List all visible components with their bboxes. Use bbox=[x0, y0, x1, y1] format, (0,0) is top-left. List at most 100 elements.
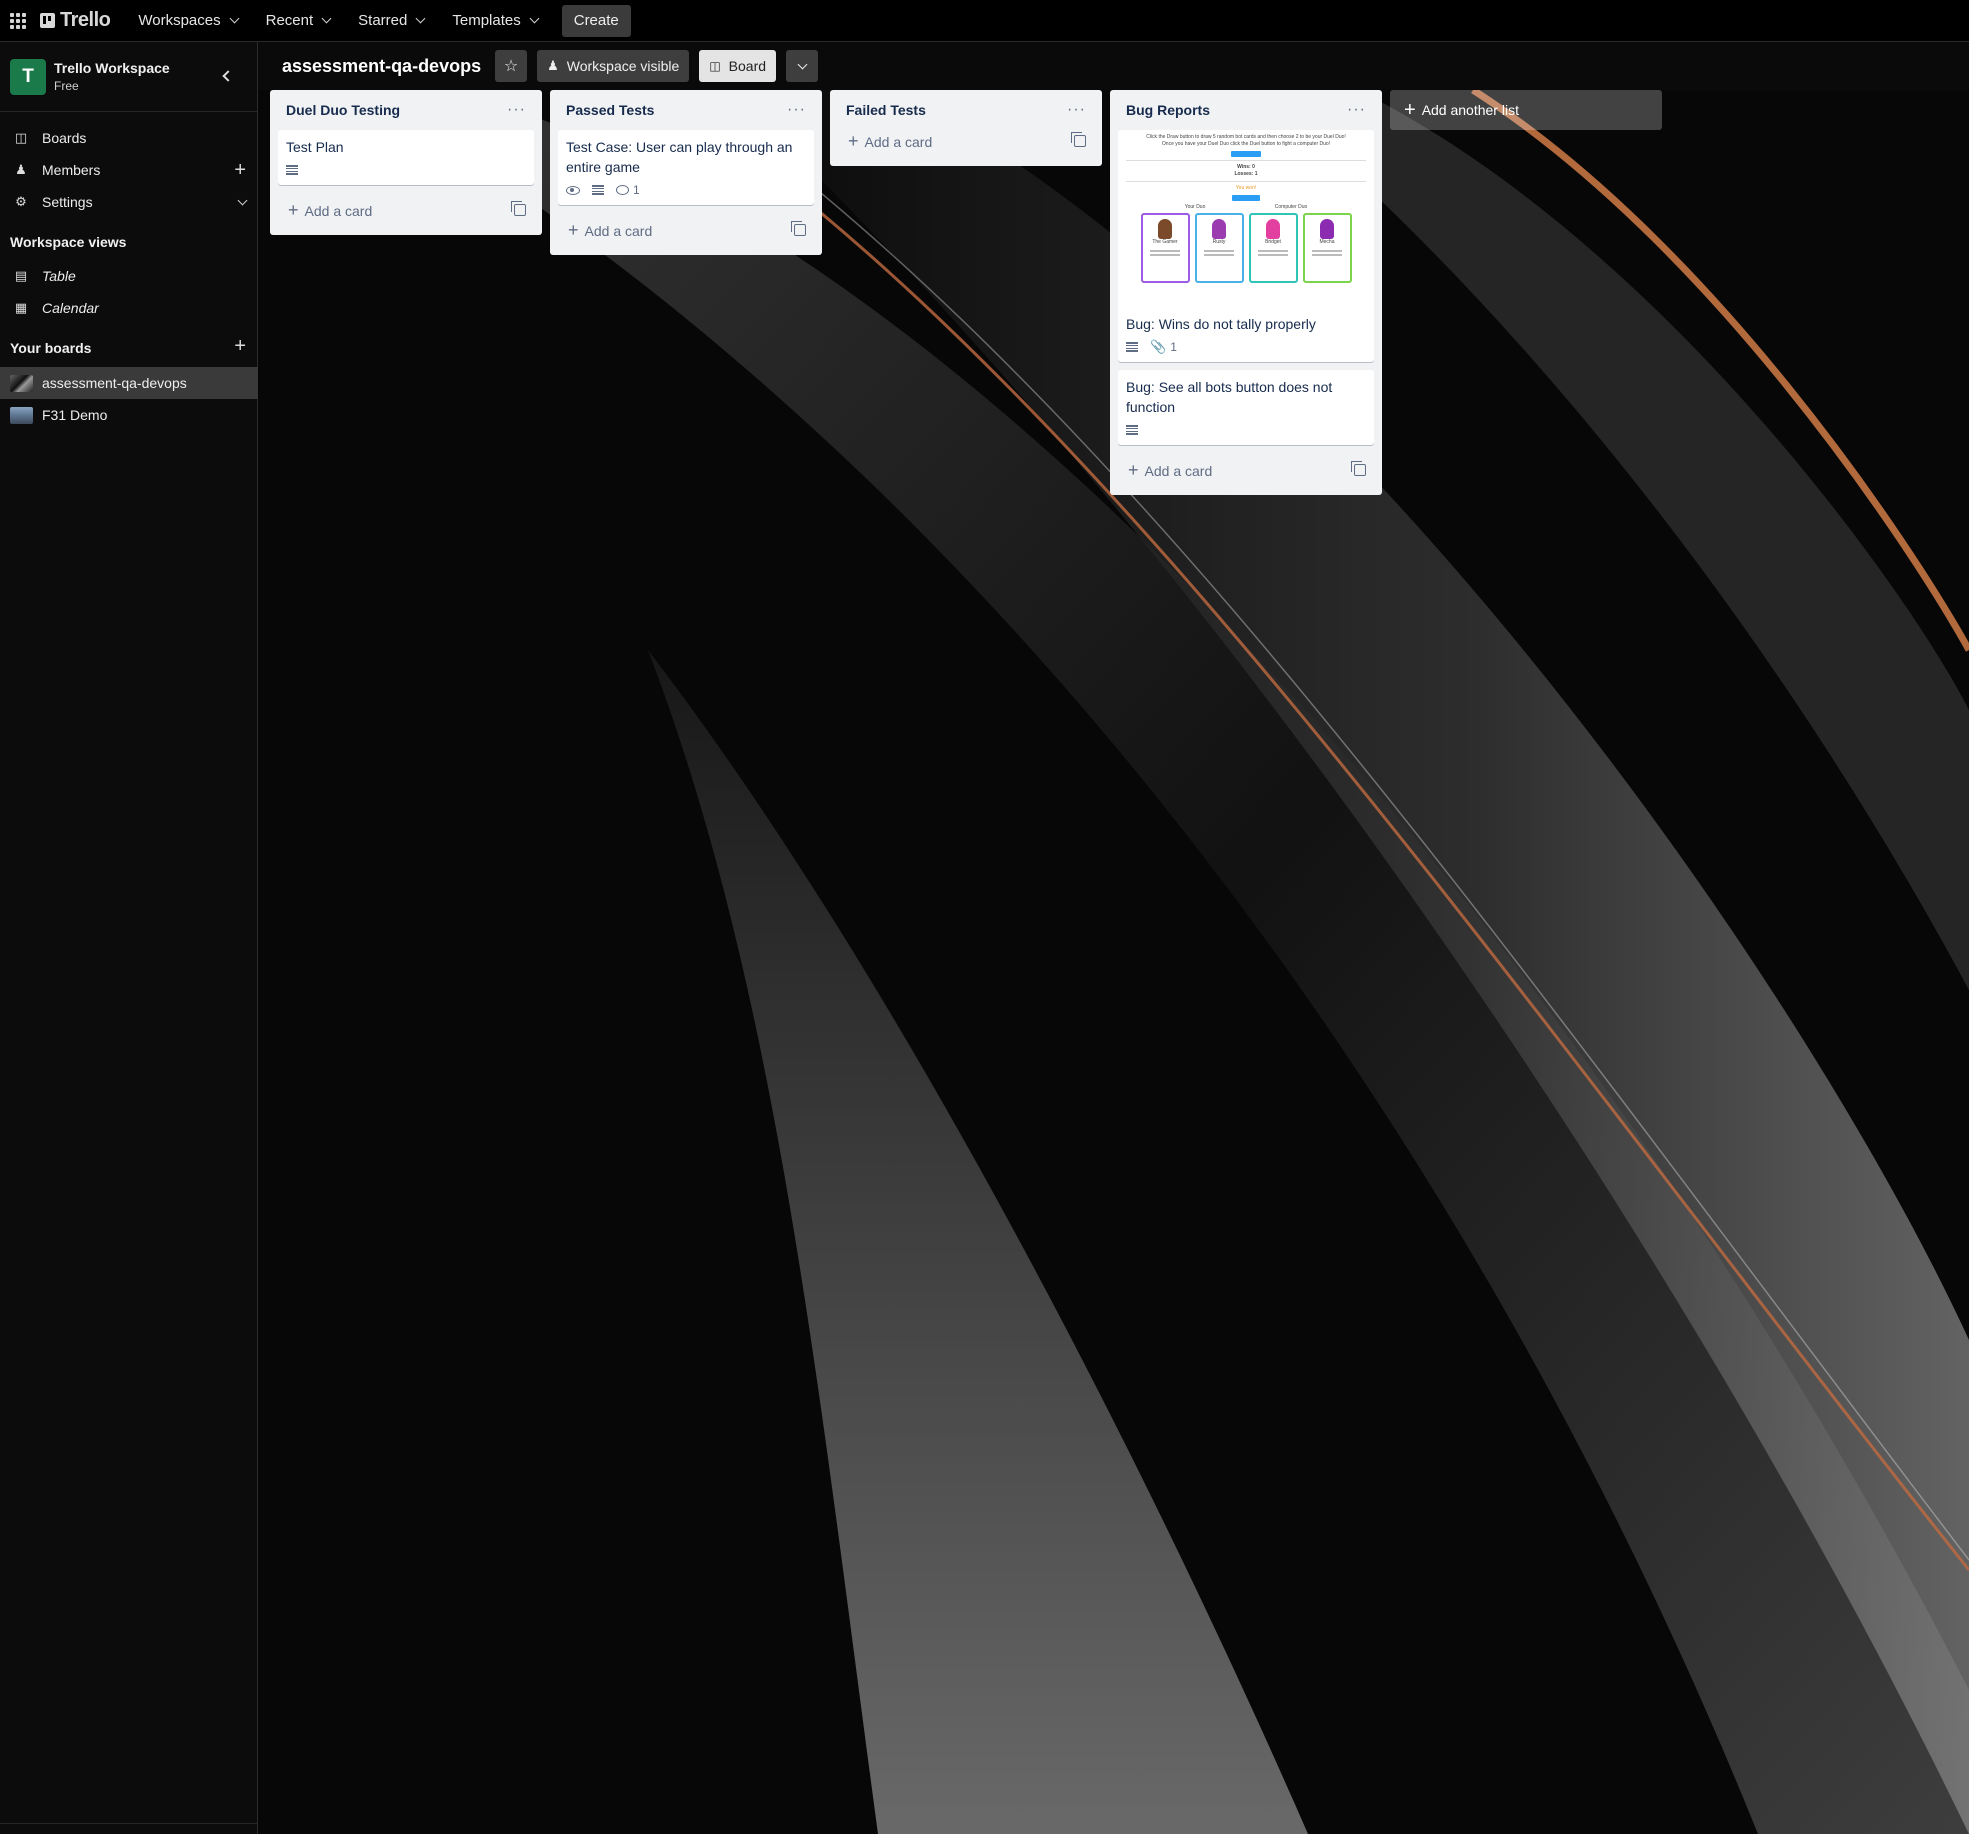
cover-text: Mecha bbox=[1319, 239, 1335, 245]
sidebar-board-assessment-qa-devops[interactable]: assessment-qa-devops bbox=[0, 367, 258, 399]
star-board-button[interactable]: ☆ bbox=[495, 50, 528, 82]
board-view-button[interactable]: ◫ Board bbox=[699, 50, 777, 82]
description-icon bbox=[286, 165, 298, 175]
card-badges: 1 bbox=[566, 181, 806, 199]
app-switcher-icon[interactable] bbox=[10, 12, 26, 29]
sidebar-divider bbox=[0, 1823, 258, 1824]
sidebar-item-label: Boards bbox=[42, 130, 87, 146]
card-badges: 📎 1 bbox=[1126, 338, 1366, 356]
chevron-down-icon[interactable] bbox=[237, 186, 248, 218]
star-icon: ☆ bbox=[503, 58, 519, 75]
workspace-name[interactable]: Trello Workspace bbox=[54, 60, 170, 76]
card-test-plan[interactable]: Test Plan bbox=[278, 130, 534, 185]
list-menu-icon[interactable]: ··· bbox=[1067, 102, 1086, 118]
sidebar-item-members[interactable]: ♟ Members + bbox=[0, 154, 258, 186]
add-card-button[interactable]: + Add a card bbox=[1118, 453, 1374, 487]
cover-text: Computer Duo bbox=[1274, 204, 1308, 210]
add-member-icon[interactable]: + bbox=[234, 154, 246, 186]
card-cover-image: Click the Draw button to draw 5 random b… bbox=[1118, 130, 1374, 308]
table-icon: ▤ bbox=[14, 268, 28, 283]
template-icon[interactable] bbox=[511, 201, 526, 216]
sidebar-item-label: Settings bbox=[42, 194, 93, 210]
card-bug-see-all-bots[interactable]: Bug: See all bots button does not functi… bbox=[1118, 370, 1374, 445]
add-card-button[interactable]: + Add a card bbox=[558, 213, 814, 247]
visibility-button[interactable]: ♟ Workspace visible bbox=[537, 50, 690, 82]
add-card-button[interactable]: + Add a card bbox=[278, 193, 534, 227]
add-board-icon[interactable]: + bbox=[234, 330, 246, 362]
workspaces-label: Workspaces bbox=[138, 12, 221, 29]
card-bug-wins-tally[interactable]: Click the Draw button to draw 5 random b… bbox=[1118, 130, 1374, 362]
board-header: assessment-qa-devops ☆ ♟ Workspace visib… bbox=[258, 42, 1969, 90]
list-header: Passed Tests ··· bbox=[558, 90, 814, 130]
template-icon[interactable] bbox=[791, 221, 806, 236]
person-icon: ♟ bbox=[15, 162, 27, 177]
plus-icon: + bbox=[568, 219, 579, 240]
logo-text: Trello bbox=[60, 9, 111, 31]
description-icon bbox=[592, 185, 604, 195]
list-title[interactable]: Passed Tests bbox=[566, 102, 654, 118]
view-switcher-button[interactable] bbox=[786, 50, 819, 82]
trello-logo-icon bbox=[40, 13, 55, 28]
template-icon[interactable] bbox=[1351, 461, 1366, 476]
list-title[interactable]: Bug Reports bbox=[1126, 102, 1210, 118]
add-list-label: Add another list bbox=[1421, 102, 1519, 118]
cover-text: Once you have your Duel Duo click the Du… bbox=[1161, 141, 1331, 147]
cover-bot-cards: The Gamer Rusty Bridget Mecha bbox=[1126, 213, 1366, 283]
workspace-avatar[interactable]: T bbox=[10, 58, 46, 95]
list-title[interactable]: Failed Tests bbox=[846, 102, 926, 118]
attachment-count: 1 bbox=[1170, 340, 1177, 354]
board-title[interactable]: assessment-qa-devops bbox=[282, 56, 481, 77]
card-badges bbox=[286, 161, 526, 179]
workspaces-menu[interactable]: Workspaces bbox=[128, 5, 247, 37]
top-navigation: Trello Workspaces Recent Starred Templat… bbox=[0, 0, 1969, 42]
templates-menu[interactable]: Templates bbox=[442, 5, 547, 37]
description-icon bbox=[1126, 342, 1138, 352]
your-boards-row: + bbox=[0, 330, 258, 362]
calendar-icon: ▦ bbox=[14, 300, 28, 315]
cover-text: Bridget bbox=[1265, 239, 1281, 245]
trello-logo[interactable]: Trello bbox=[40, 9, 111, 32]
add-card-label: Add a card bbox=[864, 133, 933, 150]
list-menu-icon[interactable]: ··· bbox=[787, 102, 806, 118]
bot-card: Mecha bbox=[1302, 213, 1352, 283]
board-view-label: Board bbox=[728, 58, 767, 74]
starred-label: Starred bbox=[358, 12, 408, 29]
templates-label: Templates bbox=[452, 12, 521, 29]
cover-text: Your Duo bbox=[1184, 204, 1206, 210]
sidebar-item-label: Members bbox=[42, 162, 101, 178]
sidebar-item-boards[interactable]: ◫ Boards bbox=[0, 122, 258, 154]
sidebar-item-label: F31 Demo bbox=[42, 407, 108, 423]
sidebar-item-settings[interactable]: ⚙ Settings bbox=[0, 186, 258, 218]
chevron-down-icon bbox=[415, 13, 426, 24]
board-icon: ◫ bbox=[14, 130, 28, 145]
add-card-label: Add a card bbox=[584, 222, 653, 239]
sidebar-item-table[interactable]: ▤ Table bbox=[0, 260, 258, 292]
list-header: Bug Reports ··· bbox=[1118, 90, 1374, 130]
bot-card: Rusty bbox=[1194, 213, 1244, 283]
plus-icon: + bbox=[288, 199, 299, 220]
cover-play-again-button bbox=[1232, 195, 1260, 201]
list-menu-icon[interactable]: ··· bbox=[1347, 102, 1366, 118]
list-duel-duo-testing: Duel Duo Testing ··· Test Plan + Add a ca… bbox=[270, 90, 542, 235]
comment-icon bbox=[616, 185, 629, 195]
list-title[interactable]: Duel Duo Testing bbox=[286, 102, 400, 118]
bot-card: Bridget bbox=[1248, 213, 1298, 283]
comment-count: 1 bbox=[633, 183, 640, 197]
sidebar-item-calendar[interactable]: ▦ Calendar bbox=[0, 292, 258, 324]
template-icon[interactable] bbox=[1071, 132, 1086, 147]
card-title: Test Case: User can play through an enti… bbox=[566, 139, 793, 175]
comments-badge: 1 bbox=[616, 183, 640, 197]
list-bug-reports: Bug Reports ··· Click the Draw button to… bbox=[1110, 90, 1382, 495]
recent-menu[interactable]: Recent bbox=[256, 5, 341, 37]
list-passed-tests: Passed Tests ··· Test Case: User can pla… bbox=[550, 90, 822, 255]
add-list-button[interactable]: + Add another list bbox=[1390, 90, 1662, 130]
collapse-sidebar-icon[interactable] bbox=[222, 70, 234, 82]
add-card-button[interactable]: + Add a card bbox=[838, 124, 1094, 158]
sidebar-item-label: Table bbox=[42, 268, 76, 284]
card-test-case-full-game[interactable]: Test Case: User can play through an enti… bbox=[558, 130, 814, 205]
sidebar-board-f31-demo[interactable]: F31 Demo bbox=[0, 399, 258, 431]
list-menu-icon[interactable]: ··· bbox=[507, 102, 526, 118]
plus-icon: + bbox=[1128, 459, 1139, 480]
create-button[interactable]: Create bbox=[561, 4, 631, 37]
starred-menu[interactable]: Starred bbox=[348, 5, 434, 37]
